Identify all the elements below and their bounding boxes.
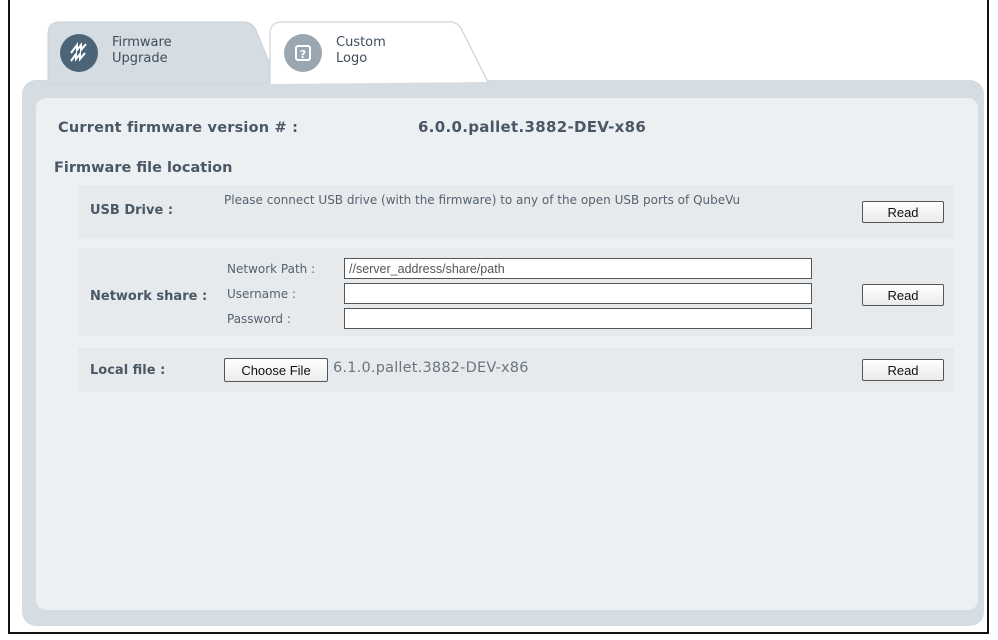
- custom-logo-icon: ?: [284, 34, 322, 72]
- current-firmware-value: 6.0.0.pallet.3882-DEV-x86: [418, 118, 647, 136]
- tab-label-line2: Upgrade: [112, 51, 168, 66]
- local-read-button[interactable]: Read: [862, 359, 944, 381]
- svg-text:?: ?: [300, 48, 306, 61]
- tab-custom-logo-label: Custom Logo: [336, 35, 386, 67]
- current-firmware-label: Current firmware version # :: [58, 120, 299, 136]
- network-path-label: Network Path :: [227, 262, 316, 276]
- password-input[interactable]: [344, 308, 812, 329]
- username-label: Username :: [227, 287, 297, 301]
- firmware-upgrade-icon: [60, 34, 98, 72]
- usb-drive-label: USB Drive :: [90, 203, 174, 218]
- tab-label-line2: Logo: [336, 51, 368, 66]
- tab-custom-logo[interactable]: ? Custom Logo: [274, 24, 464, 78]
- tab-label-line1: Custom: [336, 35, 386, 50]
- firmware-file-location-heading: Firmware file location: [54, 160, 233, 176]
- username-input[interactable]: [344, 283, 812, 304]
- network-read-button[interactable]: Read: [862, 284, 944, 306]
- password-label: Password :: [227, 312, 291, 326]
- network-share-label: Network share :: [90, 289, 208, 304]
- usb-read-button[interactable]: Read: [862, 201, 944, 223]
- network-path-input[interactable]: [344, 258, 812, 279]
- tab-firmware-upgrade[interactable]: Firmware Upgrade: [50, 24, 260, 78]
- tab-label-line1: Firmware: [112, 35, 172, 50]
- selected-file-name: 6.1.0.pallet.3882-DEV-x86: [333, 360, 529, 376]
- usb-drive-message: Please connect USB drive (with the firmw…: [224, 193, 741, 207]
- tab-firmware-upgrade-label: Firmware Upgrade: [112, 35, 172, 67]
- choose-file-button[interactable]: Choose File: [224, 358, 328, 382]
- local-file-label: Local file :: [90, 363, 166, 378]
